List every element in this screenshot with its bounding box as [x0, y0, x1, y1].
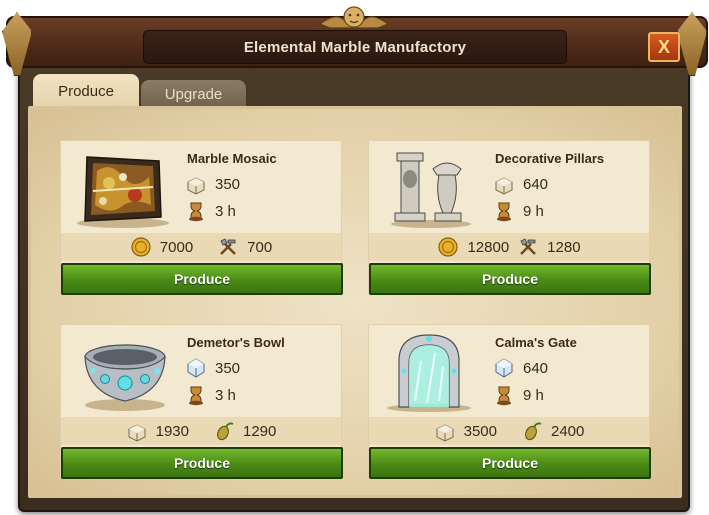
seed-icon — [217, 422, 234, 441]
produce-button[interactable]: Produce — [369, 447, 651, 479]
demetors-bowl-image — [84, 344, 166, 411]
produce-button[interactable]: Produce — [369, 263, 651, 295]
marble-icon — [436, 424, 454, 442]
cost-marble: 1930 — [155, 422, 189, 440]
cost-seeds: 2400 — [551, 422, 585, 440]
cost-row: 7000 700 — [61, 233, 341, 261]
tools-icon — [520, 238, 537, 255]
cost-row: 1930 1290 — [61, 417, 341, 445]
goods-card-marble-mosaic: Marble Mosaic 350 3 h 7000 700 Produce — [60, 140, 343, 295]
resource-requirement: 640 — [493, 173, 548, 195]
cost-coins: 7000 — [159, 238, 194, 256]
resource-amount: 350 — [215, 175, 241, 193]
resource-amount: 640 — [523, 359, 549, 377]
resource-requirement: 350 — [185, 173, 240, 195]
goods-name: Demetor's Bowl — [187, 335, 285, 350]
marble-icon — [495, 177, 513, 195]
tab-upgrade[interactable]: Upgrade — [141, 80, 246, 108]
cost-supplies: 700 — [247, 238, 273, 256]
production-time: 9 h — [523, 386, 544, 404]
decorative-pillars-image — [391, 152, 471, 228]
cost-supplies: 1280 — [547, 238, 581, 256]
production-time: 3 h — [215, 202, 236, 220]
cost-marble: 3500 — [463, 422, 497, 440]
resource-amount: 640 — [523, 175, 549, 193]
cost-coins: 12800 — [467, 238, 510, 256]
hourglass-icon — [189, 386, 203, 406]
marble-mosaic-image — [77, 156, 169, 228]
hourglass-icon — [497, 386, 511, 406]
marble-icon — [187, 177, 205, 195]
goods-card-calmas-gate: Calma's Gate 640 9 h 3500 2400 Produce — [368, 324, 651, 479]
goods-name: Decorative Pillars — [495, 151, 605, 166]
coin-icon — [438, 237, 459, 257]
calmas-gate-image — [387, 334, 471, 412]
cost-row: 12800 1280 — [369, 233, 649, 261]
production-time: 3 h — [215, 386, 236, 404]
time-requirement: 9 h — [493, 384, 544, 406]
crystal-icon — [187, 358, 205, 378]
marble-icon — [128, 424, 146, 442]
window-title: Elemental Marble Manufactory — [143, 30, 567, 64]
tab-produce[interactable]: Produce — [33, 74, 139, 108]
lion-crest-icon — [318, 6, 390, 29]
goods-card-demetors-bowl: Demetor's Bowl 350 3 h 1930 1290 Produce — [60, 324, 343, 479]
goods-name: Calma's Gate — [495, 335, 577, 350]
produce-button[interactable]: Produce — [61, 263, 343, 295]
cost-row: 3500 2400 — [369, 417, 649, 445]
produce-button[interactable]: Produce — [61, 447, 343, 479]
production-time: 9 h — [523, 202, 544, 220]
tools-icon — [220, 238, 237, 255]
hourglass-icon — [497, 202, 511, 222]
time-requirement: 3 h — [185, 200, 236, 222]
coin-icon — [131, 237, 151, 257]
resource-amount: 350 — [215, 359, 241, 377]
cost-seeds: 1290 — [243, 422, 277, 440]
time-requirement: 9 h — [493, 200, 544, 222]
goods-card-decorative-pillars: Decorative Pillars 640 9 h 12800 1280 Pr… — [368, 140, 651, 295]
resource-requirement: 350 — [185, 357, 240, 379]
close-button[interactable]: X — [648, 32, 680, 62]
goods-name: Marble Mosaic — [187, 151, 277, 166]
hourglass-icon — [189, 202, 203, 222]
seed-icon — [525, 422, 542, 441]
time-requirement: 3 h — [185, 384, 236, 406]
resource-requirement: 640 — [493, 357, 548, 379]
content-panel: Marble Mosaic 350 3 h 7000 700 Produce D… — [28, 106, 682, 498]
crystal-icon — [495, 358, 513, 378]
